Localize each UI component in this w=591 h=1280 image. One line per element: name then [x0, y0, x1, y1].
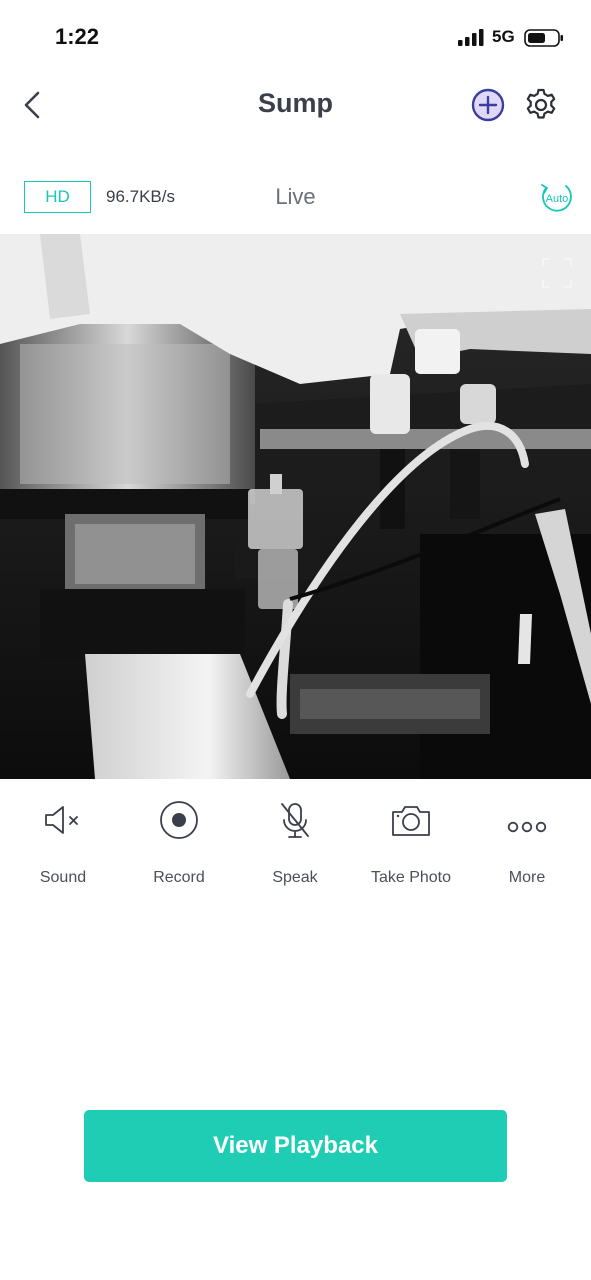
- more-label: More: [508, 869, 546, 886]
- network-type: 5G: [492, 27, 515, 46]
- camera-icon: [392, 806, 430, 836]
- mic-off-icon: [281, 803, 309, 838]
- stream-info-bar: HD 96.7KB/s Live Auto: [0, 170, 591, 224]
- live-video-feed[interactable]: [0, 234, 591, 779]
- add-device-icon[interactable]: [468, 86, 506, 124]
- view-playback-button[interactable]: View Playback: [84, 1110, 507, 1182]
- sound-button[interactable]: Sound: [4, 795, 122, 900]
- record-icon: [160, 801, 198, 839]
- take-photo-label: Take Photo: [370, 869, 452, 886]
- battery-icon: [524, 29, 563, 47]
- settings-gear-icon[interactable]: [522, 86, 560, 124]
- record-button[interactable]: Record: [120, 795, 238, 900]
- speak-button[interactable]: Speak: [236, 795, 354, 900]
- take-photo-button[interactable]: Take Photo: [352, 795, 470, 900]
- speak-label: Speak: [272, 869, 318, 886]
- more-dots-icon: [507, 821, 547, 833]
- sound-label: Sound: [39, 869, 87, 886]
- more-button[interactable]: More: [468, 795, 586, 900]
- fullscreen-icon[interactable]: [540, 256, 574, 290]
- auto-rotate-icon[interactable]: Auto: [536, 180, 576, 214]
- control-bar: Sound Record Speak Take Photo More: [0, 795, 591, 905]
- record-label: Record: [153, 869, 205, 886]
- status-bar: 1:22 5G: [0, 0, 591, 70]
- speaker-muted-icon: [45, 806, 78, 834]
- live-status: Live: [275, 184, 316, 209]
- status-time: 1:22: [55, 24, 100, 49]
- camera-feed-image: [0, 234, 591, 779]
- nav-header: Sump: [0, 70, 591, 140]
- cellular-signal-icon: [458, 29, 484, 46]
- auto-label: Auto: [546, 193, 569, 205]
